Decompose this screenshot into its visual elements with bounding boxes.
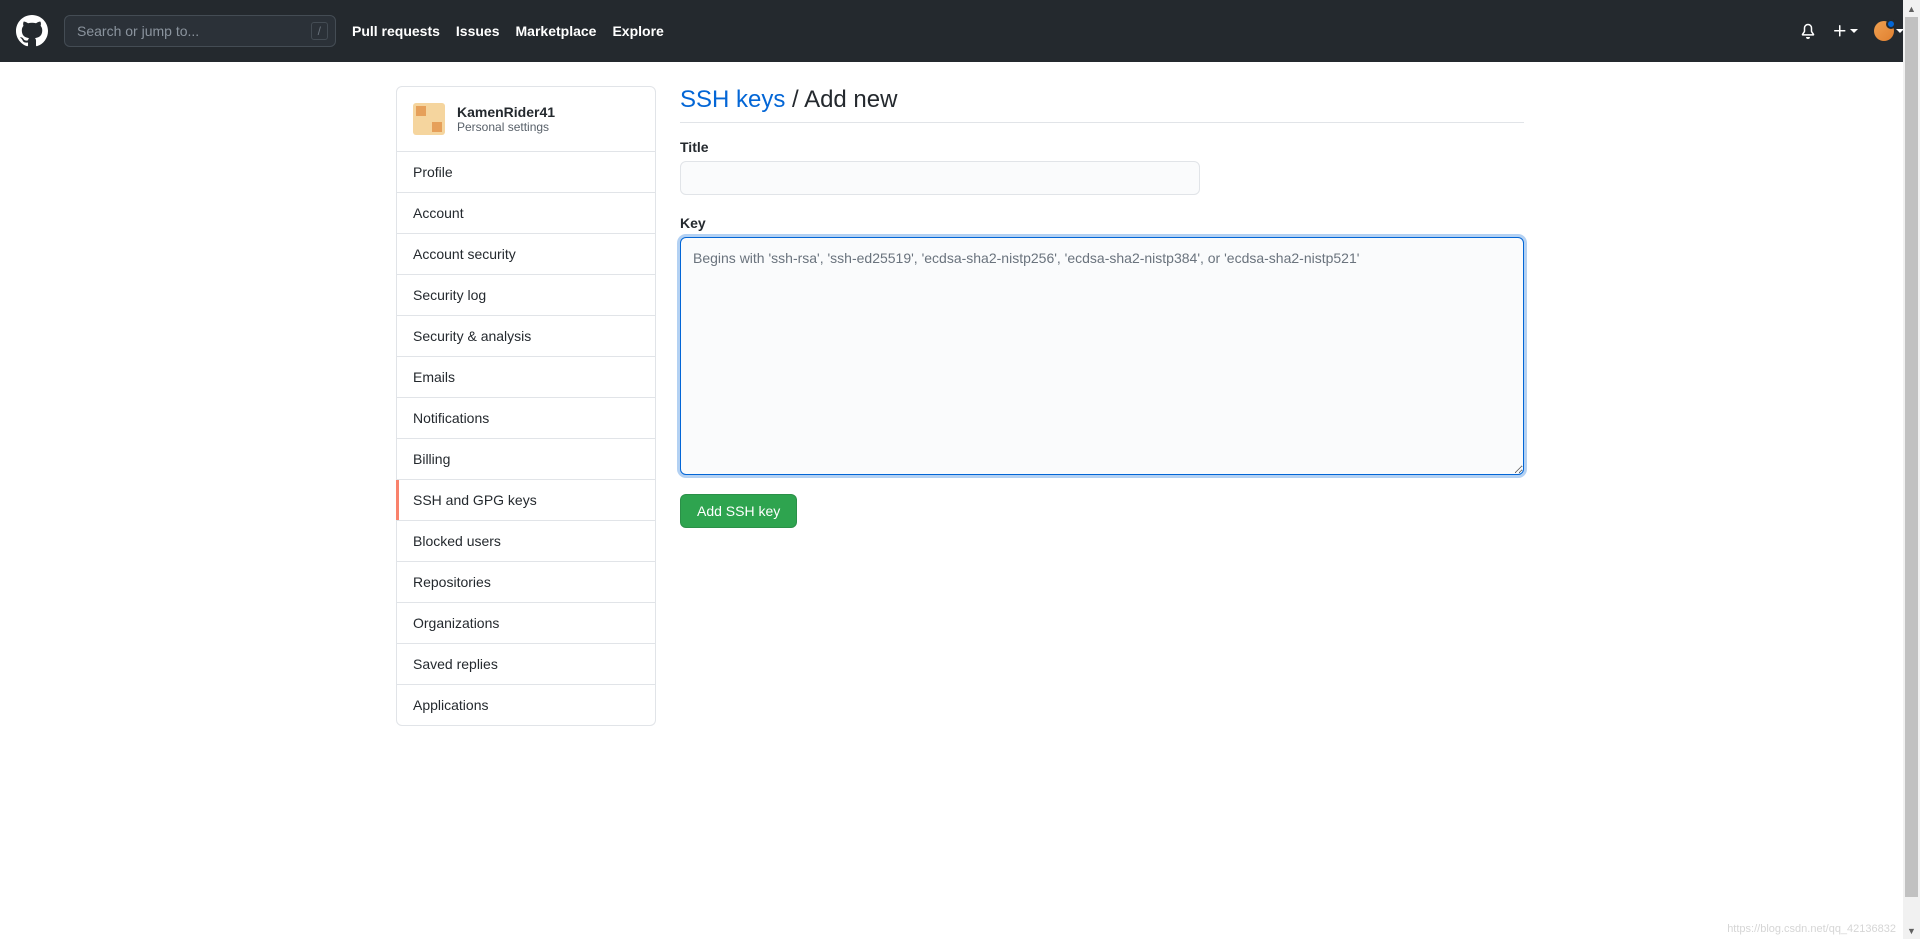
notification-dot-icon: [1886, 19, 1896, 29]
add-ssh-key-button[interactable]: Add SSH key: [680, 494, 797, 528]
page-title-separator: /: [785, 86, 804, 113]
sidebar-item-billing[interactable]: Billing: [397, 438, 655, 479]
nav-pull-requests[interactable]: Pull requests: [352, 23, 440, 39]
title-label: Title: [680, 139, 1524, 155]
sidebar-item-security-analysis[interactable]: Security & analysis: [397, 315, 655, 356]
main-container: KamenRider41 Personal settings Profile A…: [380, 62, 1540, 750]
search-shortcut-badge: /: [311, 22, 328, 40]
ssh-key-form: Title Key Add SSH key: [680, 139, 1524, 528]
key-label: Key: [680, 215, 1524, 231]
settings-sidebar: KamenRider41 Personal settings Profile A…: [396, 86, 656, 726]
scrollbar-up-icon[interactable]: ▲: [1903, 0, 1920, 17]
sidebar-item-saved-replies[interactable]: Saved replies: [397, 643, 655, 684]
header-right: [1800, 21, 1904, 41]
page-title-link[interactable]: SSH keys: [680, 86, 785, 113]
sidebar-item-organizations[interactable]: Organizations: [397, 602, 655, 643]
plus-icon: [1832, 23, 1848, 39]
sidebar-item-profile[interactable]: Profile: [397, 152, 655, 192]
search-input[interactable]: [64, 15, 336, 47]
sidebar-subtitle: Personal settings: [457, 120, 555, 134]
sidebar-item-blocked-users[interactable]: Blocked users: [397, 520, 655, 561]
create-menu[interactable]: [1832, 23, 1858, 39]
sidebar-item-notifications[interactable]: Notifications: [397, 397, 655, 438]
nav-explore[interactable]: Explore: [612, 23, 663, 39]
search-container: /: [64, 15, 336, 47]
main-content: SSH keys / Add new Title Key Add SSH key: [680, 86, 1524, 726]
notification-bell-icon[interactable]: [1800, 23, 1816, 39]
sidebar-avatar-icon: [413, 103, 445, 135]
sidebar-username: KamenRider41: [457, 104, 555, 120]
caret-down-icon: [1850, 29, 1858, 33]
sidebar-item-security-log[interactable]: Security log: [397, 274, 655, 315]
nav-marketplace[interactable]: Marketplace: [516, 23, 597, 39]
github-logo-icon[interactable]: [16, 15, 48, 47]
top-header: / Pull requests Issues Marketplace Explo…: [0, 0, 1920, 62]
watermark: https://blog.csdn.net/qq_42136832: [1727, 923, 1896, 935]
sidebar-header: KamenRider41 Personal settings: [396, 86, 656, 152]
sidebar-item-account-security[interactable]: Account security: [397, 233, 655, 274]
sidebar-item-emails[interactable]: Emails: [397, 356, 655, 397]
scrollbar-track[interactable]: ▲ ▼: [1903, 0, 1920, 939]
page-title-sub: Add new: [804, 86, 897, 113]
primary-nav: Pull requests Issues Marketplace Explore: [352, 23, 664, 39]
key-textarea[interactable]: [680, 237, 1524, 475]
sidebar-item-account[interactable]: Account: [397, 192, 655, 233]
nav-issues[interactable]: Issues: [456, 23, 500, 39]
title-input[interactable]: [680, 161, 1200, 195]
sidebar-item-ssh-gpg-keys[interactable]: SSH and GPG keys: [397, 479, 655, 520]
sidebar-nav: Profile Account Account security Securit…: [396, 152, 656, 726]
user-menu[interactable]: [1874, 21, 1904, 41]
scrollbar-down-icon[interactable]: ▼: [1903, 922, 1920, 939]
sidebar-item-applications[interactable]: Applications: [397, 684, 655, 725]
scrollbar-thumb[interactable]: [1905, 17, 1918, 897]
sidebar-item-repositories[interactable]: Repositories: [397, 561, 655, 602]
page-title: SSH keys / Add new: [680, 86, 1524, 123]
